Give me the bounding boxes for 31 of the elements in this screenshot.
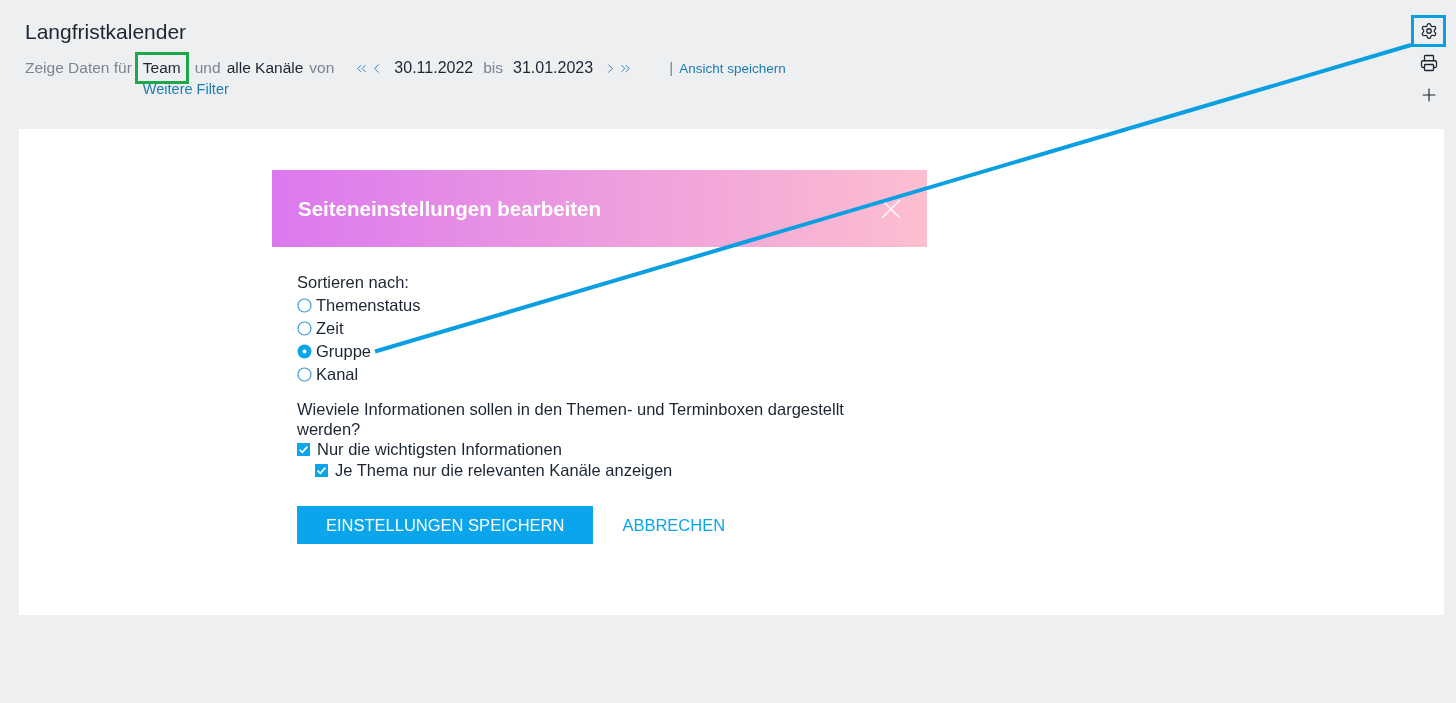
separator-text: | — [669, 59, 674, 77]
radio-button[interactable] — [297, 298, 312, 313]
filter-label: und — [194, 58, 221, 78]
start-date[interactable]: 30.11.2022 — [394, 59, 474, 77]
radio-button[interactable] — [297, 321, 312, 336]
close-icon[interactable] — [881, 198, 901, 219]
team-filter[interactable]: Team — [134, 52, 189, 84]
filter-label: Zeige Daten für — [25, 58, 132, 78]
end-date[interactable]: 31.01.2023 — [513, 59, 594, 77]
info-question: Wieviele Informationen sollen in den Themen- und Terminboxen dargestellt werden? — [297, 399, 845, 439]
page-title: Langfristkalender — [25, 19, 188, 45]
sort-label: Sortieren nach: — [297, 272, 410, 293]
checkbox[interactable] — [297, 443, 310, 456]
radio-label[interactable]: Zeit — [316, 319, 344, 338]
radio-button[interactable] — [297, 344, 312, 359]
radio-button[interactable] — [297, 367, 312, 382]
more-filters-link[interactable]: Weitere Filter — [142, 81, 229, 97]
radio-label[interactable]: Kanal — [316, 365, 359, 384]
checkbox[interactable] — [315, 464, 328, 477]
save-view-link[interactable]: Ansicht speichern — [679, 60, 786, 76]
radio-label[interactable]: Themenstatus — [316, 296, 421, 315]
radio-label[interactable]: Gruppe — [316, 342, 372, 361]
channel-filter[interactable]: alle Kanäle — [226, 59, 304, 77]
filter-label: bis — [483, 58, 504, 78]
dialog-title: Seiteneinstellungen bearbeiten — [298, 196, 601, 221]
filter-label: von — [309, 58, 335, 78]
printer-icon — [1419, 54, 1438, 72]
checkbox-label[interactable]: Nur die wichtigsten Informationen — [317, 440, 562, 459]
checkbox-label[interactable]: Je Thema nur die relevanten Kanäle anzeigen — [335, 461, 673, 480]
settings-icon — [1419, 22, 1438, 40]
settings-button[interactable] — [1411, 15, 1446, 47]
